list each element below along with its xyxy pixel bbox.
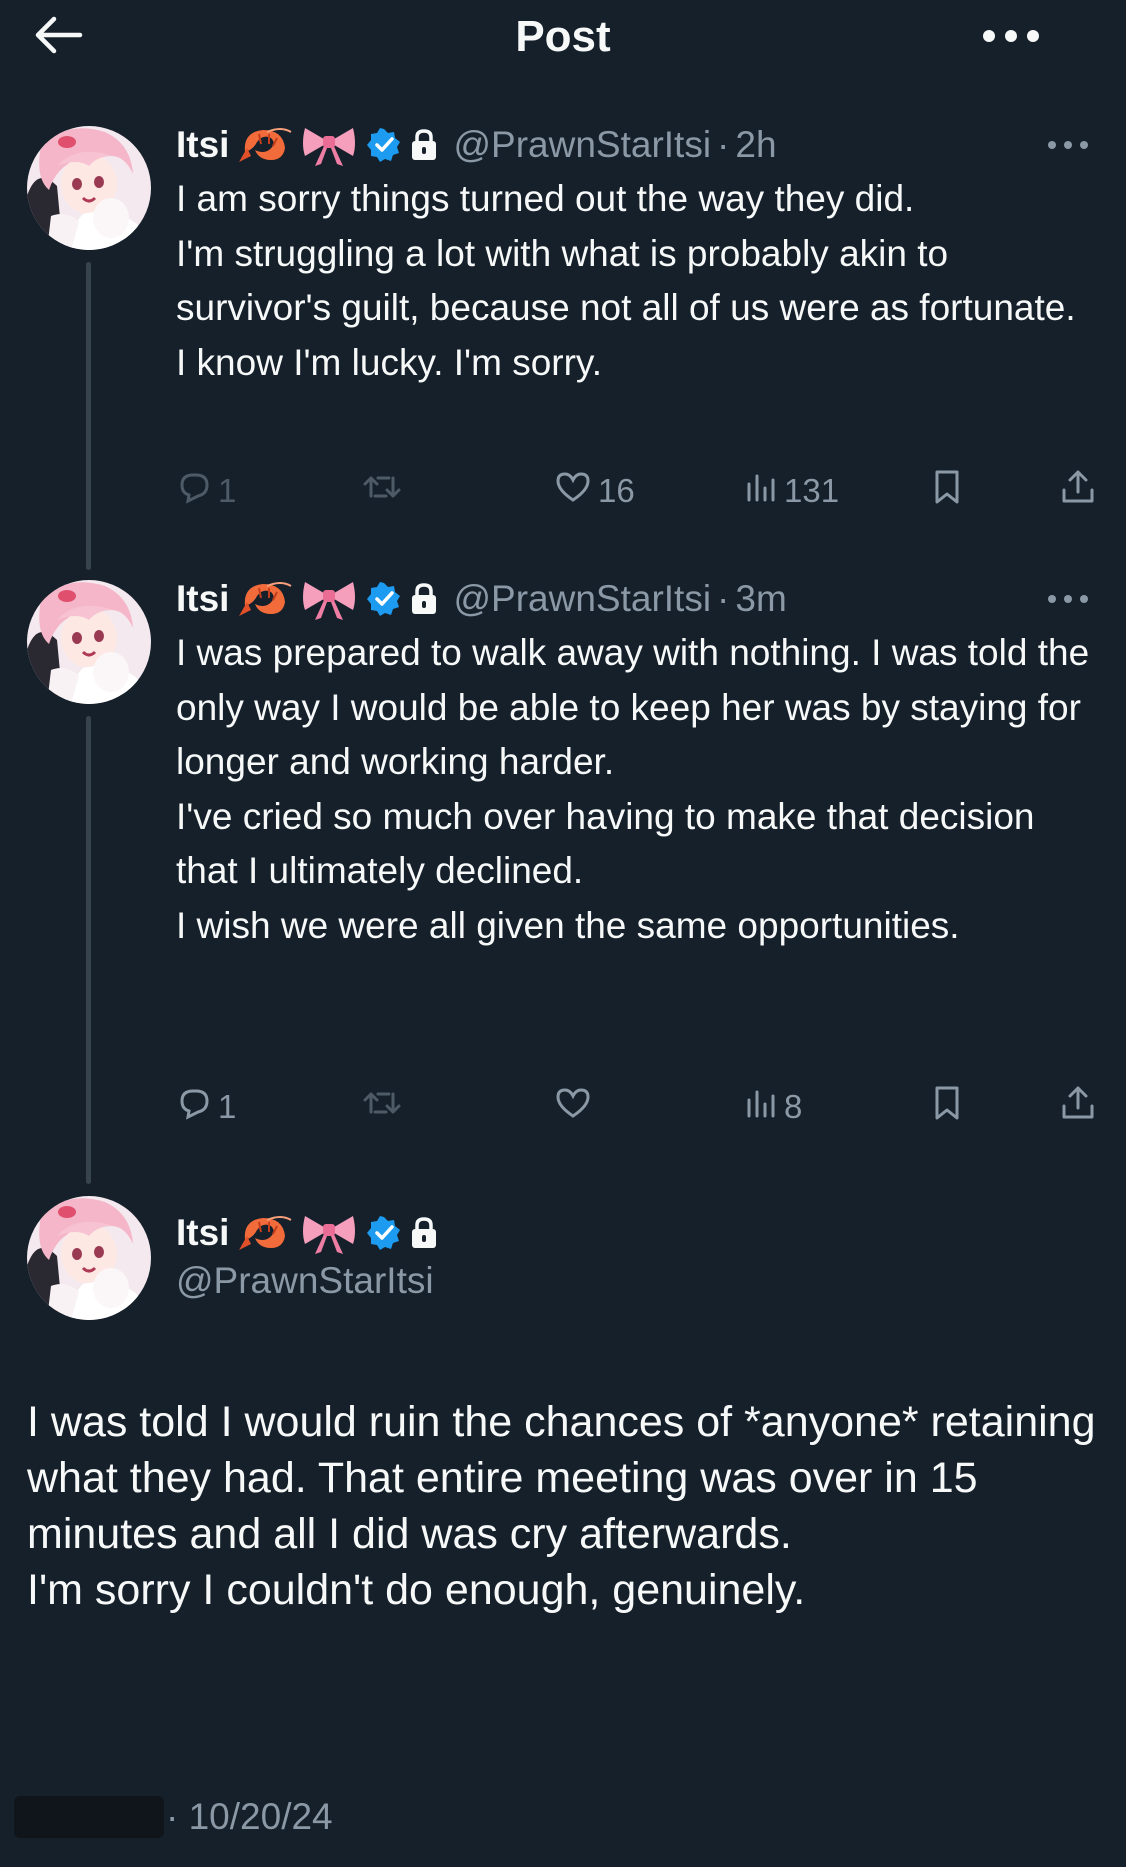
lock-icon xyxy=(409,1216,439,1250)
handle[interactable]: @PrawnStarItsi xyxy=(176,1260,434,1302)
verified-icon xyxy=(367,1216,401,1250)
avatar[interactable] xyxy=(27,1196,151,1320)
post-date[interactable]: · 10/20/24 xyxy=(166,1796,333,1838)
redacted-block xyxy=(14,1796,164,1838)
post-header: Itsi xyxy=(176,1206,439,1260)
ribbon-emoji-icon xyxy=(301,1210,357,1256)
focused-post: Itsi @PrawnStarItsi I was told I would r… xyxy=(0,0,1126,1867)
shrimp-emoji-icon xyxy=(237,1210,293,1256)
display-name[interactable]: Itsi xyxy=(176,1212,229,1254)
post-text: I was told I would ruin the chances of *… xyxy=(27,1398,1096,1614)
